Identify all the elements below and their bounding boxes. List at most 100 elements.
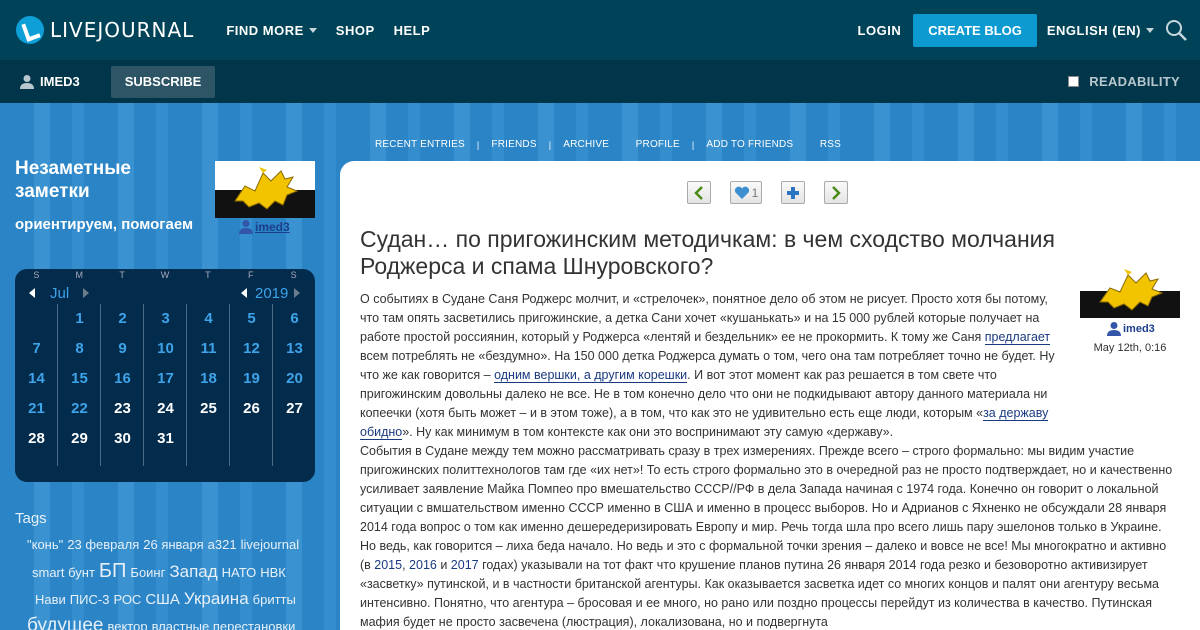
calendar-day[interactable]: 15 xyxy=(58,364,101,394)
language-selector[interactable]: ENGLISH (EN) xyxy=(1047,23,1154,38)
tag-link[interactable]: властные перестановки xyxy=(152,619,296,630)
calendar-day: 31 xyxy=(157,430,174,447)
calendar-day[interactable]: 10 xyxy=(144,334,187,364)
calendar-divider xyxy=(272,304,273,466)
nav-shop[interactable]: SHOP xyxy=(336,23,375,38)
tags-heading: Tags xyxy=(15,510,47,527)
calendar-day[interactable]: 8 xyxy=(58,334,101,364)
nav-separator: | xyxy=(476,139,480,150)
entry-paragraph: События в Судане между тем можно рассмат… xyxy=(360,444,1173,629)
calendar: Jul 2019 SMTWTFS 1 2 3 4 5 6 7 8 9 10 11 12 13 14 15 16… xyxy=(15,269,315,482)
tag-link[interactable]: бритты xyxy=(253,592,296,607)
tag-link[interactable]: НАТО xyxy=(222,565,257,580)
link-2017[interactable]: 2017 xyxy=(451,558,479,572)
previous-entry-button[interactable] xyxy=(687,181,711,204)
nav-help[interactable]: HELP xyxy=(394,23,431,38)
tag-link[interactable]: Нави xyxy=(35,592,66,607)
tag-link[interactable]: Украина xyxy=(184,589,249,608)
readability-checkbox[interactable] xyxy=(1068,76,1080,87)
login-link[interactable]: LOGIN xyxy=(858,23,902,38)
tag-link[interactable]: США xyxy=(145,591,180,608)
nav-add-to-friends[interactable]: ADD TO FRIENDS xyxy=(706,139,793,150)
calendar-day: 23 xyxy=(114,400,131,417)
calendar-day[interactable]: 18 xyxy=(187,364,230,394)
entry-toolbar: 1 xyxy=(687,181,867,204)
search-icon[interactable] xyxy=(1164,18,1188,42)
calendar-day[interactable]: 14 xyxy=(15,364,58,394)
sidebar-username-link[interactable]: imed3 xyxy=(239,219,290,234)
calendar-day: 26 xyxy=(243,400,260,417)
tag-link[interactable]: a321 xyxy=(208,537,237,552)
nav-recent-entries[interactable]: RECENT ENTRIES xyxy=(375,139,465,150)
subscribe-button[interactable]: SUBSCRIBE xyxy=(110,65,216,98)
calendar-day[interactable]: 17 xyxy=(144,364,187,394)
calendar-day: 27 xyxy=(286,400,303,417)
tag-link[interactable]: вектор xyxy=(107,619,147,630)
logo-icon xyxy=(16,16,44,44)
calendar-divider xyxy=(143,304,144,466)
create-blog-button[interactable]: CREATE BLOG xyxy=(913,13,1037,47)
calendar-day[interactable]: 7 xyxy=(15,334,58,364)
nav-find-more[interactable]: FIND MORE xyxy=(226,23,317,38)
tag-link[interactable]: Боинг xyxy=(130,565,165,580)
calendar-day[interactable]: 6 xyxy=(273,304,316,334)
tag-link[interactable]: smart бунт xyxy=(32,565,95,580)
calendar-day[interactable]: 9 xyxy=(101,334,144,364)
calendar-day[interactable]: 22 xyxy=(58,394,101,424)
tag-link[interactable]: "конь" xyxy=(27,537,63,552)
userpic-welsh-dragon[interactable] xyxy=(215,161,315,218)
calendar-day[interactable]: 16 xyxy=(101,364,144,394)
nav-separator: | xyxy=(621,140,624,150)
entry-content: 1 Судан… по пригожинским методичкам: в ч… xyxy=(340,161,1200,630)
nav-rss[interactable]: RSS xyxy=(820,139,841,150)
tag-link[interactable]: livejournal xyxy=(241,537,300,552)
tag-link[interactable]: 23 февраля xyxy=(67,537,139,552)
journal-title[interactable]: Незаметные заметки xyxy=(15,157,195,203)
tag-link[interactable]: ПИС-3 xyxy=(70,592,110,607)
journal-subnav: IMED3 SUBSCRIBE READABILITY xyxy=(0,60,1200,103)
calendar-weekday: F xyxy=(247,270,254,280)
arrow-left-icon xyxy=(694,185,703,200)
tag-link[interactable]: РОС xyxy=(113,592,141,607)
journal-nav: RECENT ENTRIES | FRIENDS | ARCHIVE | PRO… xyxy=(375,139,841,150)
calendar-day[interactable]: 20 xyxy=(273,364,316,394)
caret-down-icon xyxy=(308,27,317,33)
like-button[interactable]: 1 xyxy=(730,181,762,204)
calendar-day[interactable]: 1 xyxy=(58,304,101,334)
calendar-day[interactable]: 12 xyxy=(230,334,273,364)
add-memories-button[interactable] xyxy=(781,181,805,204)
livejournal-logo[interactable]: LIVEJOURNAL xyxy=(16,16,194,44)
top-navbar: LIVEJOURNAL FIND MORE SHOP HELP LOGIN CR… xyxy=(0,0,1200,60)
calendar-divider xyxy=(229,304,230,466)
next-entry-button[interactable] xyxy=(824,181,848,204)
calendar-day[interactable]: 11 xyxy=(187,334,230,364)
journal-subtitle: ориентируем, помогаем xyxy=(15,216,194,233)
calendar-weekday: S xyxy=(290,270,297,280)
readability-toggle[interactable]: READABILITY xyxy=(1068,74,1180,89)
nav-profile[interactable]: PROFILE xyxy=(636,139,680,150)
link-2016[interactable]: 2016 xyxy=(409,558,437,572)
calendar-day: 24 xyxy=(157,400,174,417)
calendar-day[interactable]: 21 xyxy=(15,394,58,424)
calendar-day[interactable]: 3 xyxy=(144,304,187,334)
plus-icon xyxy=(787,186,799,199)
nav-separator: | xyxy=(805,140,808,150)
calendar-day[interactable]: 4 xyxy=(187,304,230,334)
link-predlagaet[interactable]: предлагает xyxy=(984,330,1051,345)
journal-owner-link[interactable]: IMED3 xyxy=(20,74,80,89)
nav-separator: | xyxy=(691,139,695,150)
tag-link[interactable]: будущее xyxy=(27,615,103,630)
calendar-day[interactable]: 19 xyxy=(230,364,273,394)
link-2015[interactable]: 2015 xyxy=(374,558,402,572)
tag-link[interactable]: 26 января xyxy=(143,537,203,552)
tag-link[interactable]: БП xyxy=(99,560,127,582)
link-vershki-koreshki[interactable]: одним вершки, а другим корешки xyxy=(494,368,688,383)
calendar-day[interactable]: 13 xyxy=(273,334,316,364)
calendar-day[interactable]: 5 xyxy=(230,304,273,334)
user-icon xyxy=(20,75,34,89)
nav-friends[interactable]: FRIENDS xyxy=(491,139,536,150)
nav-archive[interactable]: ARCHIVE xyxy=(563,139,609,150)
tag-link[interactable]: Запад xyxy=(169,562,217,581)
calendar-day[interactable]: 2 xyxy=(101,304,144,334)
tag-link[interactable]: НВК xyxy=(260,565,286,580)
